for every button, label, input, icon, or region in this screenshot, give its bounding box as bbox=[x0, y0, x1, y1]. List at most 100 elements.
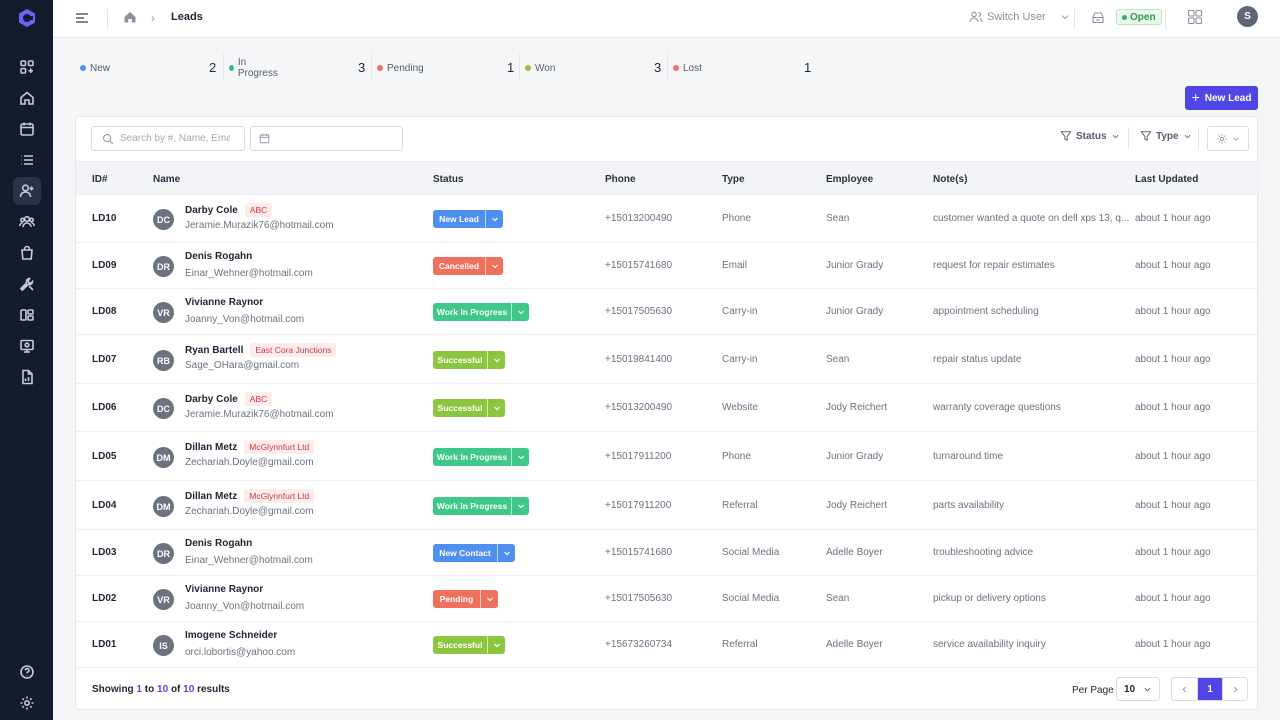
column-header-status[interactable]: Status bbox=[433, 174, 464, 185]
apps-grid-icon[interactable] bbox=[1187, 9, 1203, 25]
nav-help[interactable] bbox=[13, 658, 41, 686]
status-caret[interactable] bbox=[487, 399, 505, 417]
new-lead-button[interactable]: + New Lead bbox=[1185, 86, 1258, 110]
menu-toggle-icon[interactable] bbox=[75, 11, 89, 25]
user-avatar[interactable]: S bbox=[1237, 6, 1258, 27]
status-caret[interactable] bbox=[485, 257, 503, 275]
monitor-icon bbox=[19, 339, 34, 353]
per-page-select[interactable]: 10 bbox=[1116, 677, 1160, 701]
page-button-current[interactable]: 1 bbox=[1197, 678, 1222, 700]
status-caret[interactable] bbox=[480, 590, 498, 608]
column-header-notes[interactable]: Note(s) bbox=[933, 174, 967, 185]
lead-id[interactable]: LD09 bbox=[92, 260, 116, 271]
nav-customers[interactable] bbox=[13, 208, 41, 236]
table-row[interactable]: LD10 DC Darby Cole ABC Jeramie.Murazik76@hot… bbox=[76, 195, 1259, 243]
app-logo[interactable] bbox=[0, 0, 53, 35]
table-row[interactable]: LD06 DC Darby Cole ABC Jeramie.Murazik76@hot… bbox=[76, 384, 1259, 432]
type-filter[interactable]: Type bbox=[1140, 130, 1192, 142]
column-header-employee[interactable]: Employee bbox=[826, 174, 873, 185]
lead-id[interactable]: LD06 bbox=[92, 402, 116, 413]
lead-id[interactable]: LD07 bbox=[92, 354, 116, 365]
status-caret[interactable] bbox=[487, 351, 505, 369]
column-header-last-updated[interactable]: Last Updated bbox=[1135, 174, 1198, 185]
lead-id[interactable]: LD10 bbox=[92, 213, 116, 224]
table-row[interactable]: LD04 DM Dillan Metz McGlynnfurt Ltd Zecharia… bbox=[76, 481, 1259, 530]
stat-new[interactable]: New bbox=[80, 60, 110, 76]
nav-sales[interactable] bbox=[13, 239, 41, 267]
date-range-field[interactable] bbox=[250, 126, 403, 151]
column-header-name[interactable]: Name bbox=[153, 174, 180, 185]
table-row[interactable]: LD07 RB Ryan Bartell East Cora Junctions Sag… bbox=[76, 335, 1259, 384]
table-row[interactable]: LD05 DM Dillan Metz McGlynnfurt Ltd Zecharia… bbox=[76, 432, 1259, 481]
table-row[interactable]: LD09 DR Denis Rogahn Einar_Wehner@hotmail.c… bbox=[76, 243, 1259, 289]
search-input[interactable] bbox=[120, 133, 230, 144]
nav-settings[interactable] bbox=[13, 689, 41, 717]
lead-id[interactable]: LD03 bbox=[92, 547, 116, 558]
lead-name[interactable]: Ryan Bartell East Cora Junctions bbox=[185, 343, 337, 357]
home-icon[interactable] bbox=[123, 10, 137, 24]
lead-id[interactable]: LD08 bbox=[92, 306, 116, 317]
lead-name[interactable]: Denis Rogahn bbox=[185, 538, 252, 549]
status-dropdown[interactable]: Successful bbox=[433, 636, 505, 654]
status-filter[interactable]: Status bbox=[1060, 130, 1120, 142]
status-dropdown[interactable]: New Lead bbox=[433, 210, 503, 228]
lead-name[interactable]: Denis Rogahn bbox=[185, 251, 252, 262]
status-dropdown[interactable]: Successful bbox=[433, 351, 505, 369]
status-caret[interactable] bbox=[485, 210, 503, 228]
status-caret[interactable] bbox=[511, 448, 529, 466]
nav-leads[interactable] bbox=[12, 177, 41, 205]
status-dropdown[interactable]: Cancelled bbox=[433, 257, 503, 275]
table-row[interactable]: LD08 VR Vivianne Raynor Joanny_Von@hotmail.… bbox=[76, 289, 1259, 335]
lead-name[interactable]: Imogene Schneider bbox=[185, 630, 277, 641]
table-row[interactable]: LD02 VR Vivianne Raynor Joanny_Von@hotmail.… bbox=[76, 576, 1259, 622]
column-header-id[interactable]: ID# bbox=[92, 174, 108, 185]
status-dropdown[interactable]: Successful bbox=[433, 399, 505, 417]
switch-user-button[interactable]: Switch User bbox=[969, 10, 1070, 24]
status-caret[interactable] bbox=[497, 544, 515, 562]
stat-pending[interactable]: Pending bbox=[377, 60, 424, 76]
column-header-phone[interactable]: Phone bbox=[605, 174, 636, 185]
nav-pos[interactable] bbox=[13, 332, 41, 360]
lead-name[interactable]: Darby Cole ABC bbox=[185, 203, 273, 217]
status-dropdown[interactable]: Work In Progress bbox=[433, 303, 529, 321]
prev-page-button[interactable] bbox=[1172, 678, 1197, 700]
stat-won[interactable]: Won bbox=[525, 60, 555, 76]
status-caret[interactable] bbox=[511, 303, 529, 321]
status-caret[interactable] bbox=[511, 497, 529, 515]
lead-id[interactable]: LD05 bbox=[92, 451, 116, 462]
lead-name[interactable]: Darby Cole ABC bbox=[185, 392, 273, 406]
nav-list[interactable] bbox=[13, 146, 41, 174]
plus-icon: + bbox=[1191, 89, 1200, 105]
column-settings-button[interactable] bbox=[1207, 126, 1249, 151]
stat-dot bbox=[229, 65, 234, 71]
status-dropdown[interactable]: New Contact bbox=[433, 544, 515, 562]
register-icon[interactable] bbox=[1090, 10, 1106, 26]
lead-name[interactable]: Dillan Metz McGlynnfurt Ltd bbox=[185, 489, 315, 503]
column-header-type[interactable]: Type bbox=[722, 174, 745, 185]
stat-count: 3 bbox=[358, 60, 366, 75]
stat-lost[interactable]: Lost bbox=[673, 60, 702, 76]
nav-inventory[interactable] bbox=[13, 301, 41, 329]
nav-repairs[interactable] bbox=[13, 270, 41, 298]
lead-id[interactable]: LD01 bbox=[92, 639, 116, 650]
table-row[interactable]: LD03 DR Denis Rogahn Einar_Wehner@hotmail.c… bbox=[76, 530, 1259, 576]
status-dropdown[interactable]: Work In Progress bbox=[433, 497, 529, 515]
lead-id[interactable]: LD02 bbox=[92, 593, 116, 604]
lead-name[interactable]: Dillan Metz McGlynnfurt Ltd bbox=[185, 440, 315, 454]
status-caret[interactable] bbox=[487, 636, 505, 654]
lead-name[interactable]: Vivianne Raynor bbox=[185, 584, 263, 595]
nav-reports[interactable] bbox=[13, 363, 41, 391]
table-row[interactable]: LD01 IS Imogene Schneider orci.lobortis@yah… bbox=[76, 622, 1259, 668]
stat-in-progress[interactable]: In Progress bbox=[229, 57, 279, 79]
next-page-button[interactable] bbox=[1222, 678, 1247, 700]
lead-id[interactable]: LD04 bbox=[92, 500, 116, 511]
nav-dashboard[interactable] bbox=[13, 53, 41, 81]
nav-calendar[interactable] bbox=[13, 115, 41, 143]
lead-employee: Sean bbox=[826, 354, 850, 365]
lead-name-text: Vivianne Raynor bbox=[185, 297, 264, 308]
nav-home[interactable] bbox=[13, 84, 41, 112]
status-label: Pending bbox=[433, 590, 480, 608]
lead-name[interactable]: Vivianne Raynor bbox=[185, 297, 263, 308]
status-dropdown[interactable]: Work In Progress bbox=[433, 448, 529, 466]
status-dropdown[interactable]: Pending bbox=[433, 590, 498, 608]
